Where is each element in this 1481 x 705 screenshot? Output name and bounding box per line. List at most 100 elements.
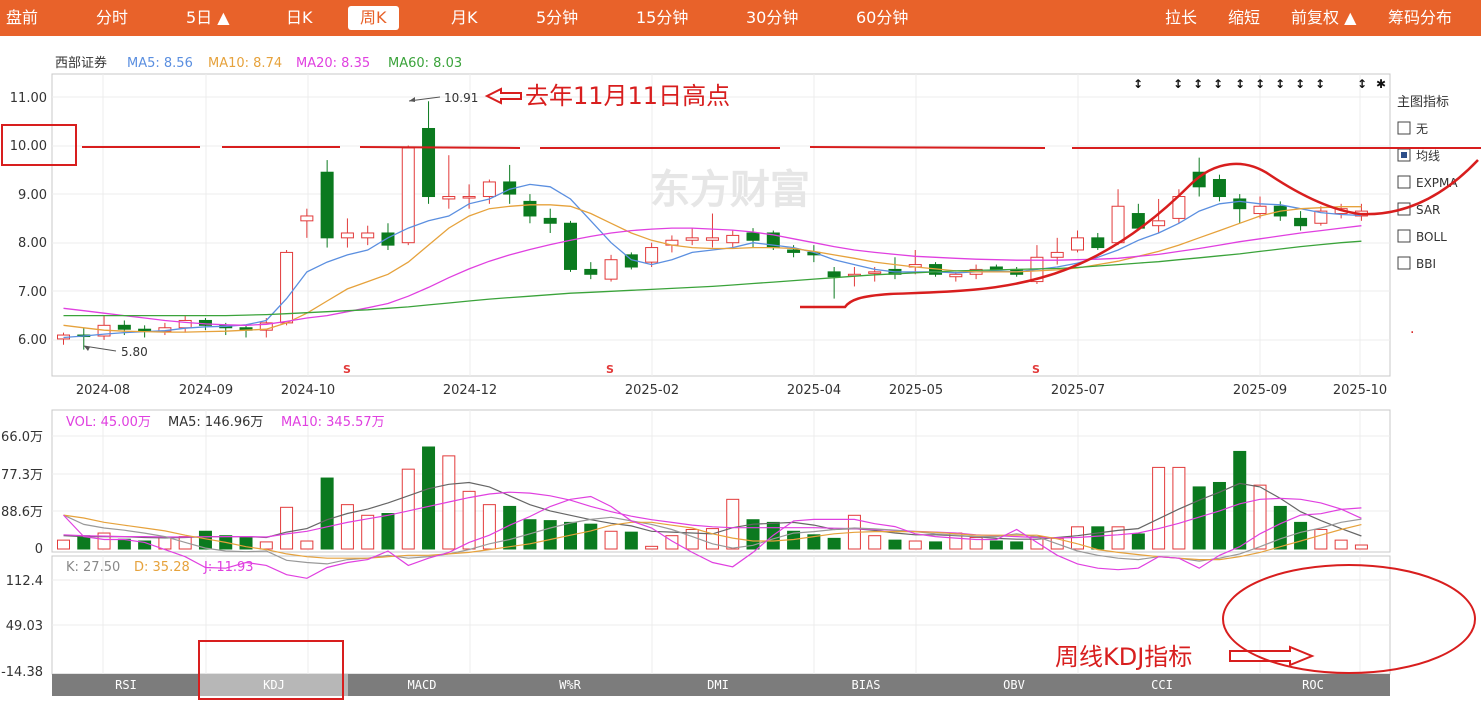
tab-30min[interactable]: 30分钟 xyxy=(746,0,798,36)
tab-monthly-k[interactable]: 月K xyxy=(451,0,478,36)
tab-roc[interactable]: ROC xyxy=(1236,674,1390,696)
volume-bar xyxy=(422,446,436,550)
volume-bar xyxy=(1152,466,1166,550)
candlestick-series xyxy=(57,101,1368,350)
forward-adjust-dropdown[interactable]: 前复权 ▲ xyxy=(1291,0,1356,36)
main-legend: 西部证券 MA5: 8.56 MA10: 8.74 MA20: 8.35 MA6… xyxy=(55,55,462,71)
candle-body xyxy=(361,232,375,239)
volume-bar xyxy=(888,539,902,550)
candle-body xyxy=(1253,205,1267,215)
legend-ma60: MA60: 8.03 xyxy=(388,56,462,71)
tab-daily-k[interactable]: 日K xyxy=(286,0,313,36)
y-tick-label: 11.00 xyxy=(10,91,47,106)
volume-bar xyxy=(726,498,740,550)
checkbox-icon[interactable] xyxy=(1397,175,1411,189)
tab-dmi[interactable]: DMI xyxy=(644,674,792,696)
dividend-marker-icon: ↕ xyxy=(1255,77,1265,91)
indicator-option-label: 无 xyxy=(1416,122,1428,136)
indicator-option-bbi[interactable]: BBI xyxy=(1397,256,1436,271)
checkbox-icon[interactable] xyxy=(1397,121,1411,135)
tab-macd[interactable]: MACD xyxy=(348,674,496,696)
legend-ma20: MA20: 8.35 xyxy=(296,56,370,71)
ma60-line xyxy=(63,240,1362,317)
volume-bar xyxy=(259,541,273,550)
tab-5min[interactable]: 5分钟 xyxy=(536,0,578,36)
volume-legend: VOL: 45.00万 MA5: 146.96万 MA10: 345.57万 xyxy=(66,415,385,430)
volume-bar xyxy=(1294,521,1308,550)
tab-rsi[interactable]: RSI xyxy=(52,674,200,696)
indicator-option-sar[interactable]: SAR xyxy=(1397,202,1440,217)
volume-bar xyxy=(1314,528,1328,550)
candle-body xyxy=(1091,237,1105,249)
main-x-axis: 2024-08 2024-09 2024-10 2024-12 2025-02 … xyxy=(76,383,1387,398)
indicator-option-label: BOLL xyxy=(1416,230,1447,244)
x-tick-label: 2025-05 xyxy=(889,383,943,398)
y-tick-label: -14.38 xyxy=(1,665,43,680)
volume-bar xyxy=(908,540,922,550)
volume-bar xyxy=(158,536,172,550)
indicator-option-ma[interactable]: 均线 xyxy=(1397,148,1440,163)
tab-bias[interactable]: BIAS xyxy=(792,674,940,696)
tab-weekly-k[interactable]: 周K xyxy=(348,6,399,30)
indicator-option-expma[interactable]: EXPMA xyxy=(1397,175,1458,190)
dividend-marker-icon: ↕ xyxy=(1235,77,1245,91)
candle-body xyxy=(787,249,801,253)
volume-bar xyxy=(1354,544,1368,550)
volume-bar xyxy=(340,504,354,550)
candle-body xyxy=(685,237,699,241)
tab-intraday[interactable]: 分时 xyxy=(96,0,128,36)
volume-bar xyxy=(705,528,719,550)
tab-cci[interactable]: CCI xyxy=(1088,674,1236,696)
y-tick-label: 0 xyxy=(35,542,43,557)
y-tick-label: 8.00 xyxy=(18,236,47,251)
checkbox-icon[interactable] xyxy=(1397,229,1411,243)
shrink-button[interactable]: 缩短 xyxy=(1228,0,1260,36)
s-marker-icon: S xyxy=(343,363,351,376)
checkbox-icon[interactable] xyxy=(1397,256,1411,270)
period-tab-bar: 盘前 分时 5日 ▲ 日K 周K 月K 5分钟 15分钟 30分钟 60分钟 拉… xyxy=(0,0,1481,36)
volume-bar xyxy=(1253,484,1267,550)
stretch-button[interactable]: 拉长 xyxy=(1165,0,1197,36)
candle-body xyxy=(523,200,537,217)
candle-body xyxy=(1050,251,1064,258)
volume-bar xyxy=(300,540,314,550)
tab-pre-market[interactable]: 盘前 xyxy=(6,0,38,36)
x-tick-label: 2024-12 xyxy=(443,383,497,398)
candle-body xyxy=(300,215,314,222)
x-tick-label: 2025-09 xyxy=(1233,383,1287,398)
volume-bar xyxy=(827,537,841,550)
tab-5day[interactable]: 5日 ▲ xyxy=(186,0,230,36)
volume-bar xyxy=(1172,466,1186,550)
chip-distribution-button[interactable]: 筹码分布 xyxy=(1388,0,1452,36)
tab-15min[interactable]: 15分钟 xyxy=(636,0,688,36)
x-tick-label: 2025-04 xyxy=(787,383,841,398)
volume-bar xyxy=(1010,541,1024,550)
indicator-panel-title: 主图指标 xyxy=(1397,95,1449,110)
candle-body xyxy=(1233,198,1247,210)
candle-body xyxy=(604,259,618,280)
candle-body xyxy=(1212,179,1226,198)
volume-bar xyxy=(320,477,334,550)
x-tick-label: 2025-02 xyxy=(625,383,679,398)
volume-y-axis: 66.0万 77.3万 88.6万 0 xyxy=(1,430,43,557)
y-tick-label: 6.00 xyxy=(18,333,47,348)
legend-d: D: 35.28 xyxy=(134,560,190,575)
resistance-line-10 xyxy=(82,146,1481,149)
dividend-marker-icon: ↕ xyxy=(1213,77,1223,91)
dividend-marker-icon: ↕ xyxy=(1295,77,1305,91)
indicator-option-boll[interactable]: BOLL xyxy=(1397,229,1447,244)
kdj-y-axis: 112.4 49.03 -14.38 xyxy=(1,574,43,680)
volume-bar xyxy=(868,535,882,550)
tab-obv[interactable]: OBV xyxy=(940,674,1088,696)
candle-body xyxy=(1152,220,1166,227)
dividend-marker-icon: ↕ xyxy=(1193,77,1203,91)
legend-ma5: MA5: 8.56 xyxy=(127,56,193,71)
indicator-option-none[interactable]: 无 xyxy=(1397,121,1428,136)
s-marker-icon: S xyxy=(1032,363,1040,376)
x-tick-label: 2024-09 xyxy=(179,383,233,398)
y-tick-label: 9.00 xyxy=(18,188,47,203)
tab-wr[interactable]: W%R xyxy=(496,674,644,696)
tab-60min[interactable]: 60分钟 xyxy=(856,0,908,36)
candle-body xyxy=(868,271,882,274)
volume-bar xyxy=(401,468,415,550)
